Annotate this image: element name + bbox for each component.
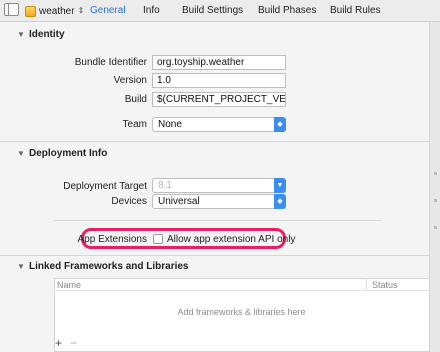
bundle-identifier-field[interactable]: org.toyship.weather [152,55,286,70]
tab-info[interactable]: Info [143,5,160,16]
chevron-updown-icon: ◆ [274,194,286,209]
sidebar-toggle-icon[interactable] [4,3,19,16]
scroll-strip[interactable] [429,22,440,352]
team-popup[interactable]: None ◆ [152,117,286,132]
tab-build-rules[interactable]: Build Rules [330,5,381,16]
section-title: Linked Frameworks and Libraries [29,261,189,272]
section-title: Deployment Info [29,148,108,159]
column-divider [366,278,367,290]
allow-api-checkbox[interactable] [153,234,163,244]
allow-api-label[interactable]: Allow app extension API only [167,234,295,245]
identity-section-header[interactable]: ▼ Identity [0,27,429,45]
target-selector[interactable]: weather ⇕ [25,4,84,18]
deployment-target-value: 8.1 [158,180,172,191]
section-title: Identity [29,29,65,40]
table-placeholder: Add frameworks & libraries here [177,307,306,317]
column-header-status[interactable]: Status [372,280,398,290]
editor-tab-bar: weather ⇕ General Info Build Settings Bu… [0,0,440,22]
inner-divider [54,220,382,221]
updown-chevron-icon: ⇕ [77,6,85,15]
deployment-target-combo[interactable]: 8.1 ▼ [152,178,286,193]
build-field[interactable]: $(CURRENT_PROJECT_VERSION) [152,92,286,107]
chevron-down-icon: ▼ [274,178,286,193]
team-value: None [158,119,182,130]
team-label: Team [122,119,147,130]
linked-frameworks-section-header[interactable]: ▼ Linked Frameworks and Libraries [0,259,429,277]
remove-button[interactable]: − [70,336,77,350]
disclosure-triangle-icon[interactable]: ▼ [17,30,25,39]
tab-general[interactable]: General [90,5,126,16]
section-divider [0,141,429,142]
deployment-section-header[interactable]: ▼ Deployment Info [0,146,429,164]
deployment-target-label: Deployment Target [63,181,147,192]
strip-mark [434,226,437,229]
section-divider [0,255,429,256]
bundle-identifier-label: Bundle Identifier [74,57,147,68]
tab-build-phases[interactable]: Build Phases [258,5,316,16]
strip-mark [434,172,437,175]
app-icon [25,5,36,17]
table-header-rule [54,290,429,291]
build-label: Build [124,94,147,105]
devices-value: Universal [158,196,200,207]
chevron-updown-icon: ◆ [274,117,286,132]
target-name: weather [39,5,75,17]
version-label: Version [113,75,147,86]
devices-popup[interactable]: Universal ◆ [152,194,286,209]
add-remove-controls: + − [55,336,77,350]
devices-label: Devices [111,196,147,207]
strip-mark [434,199,437,202]
add-button[interactable]: + [55,336,62,350]
version-field[interactable]: 1.0 [152,73,286,88]
tab-build-settings[interactable]: Build Settings [182,5,243,16]
disclosure-triangle-icon[interactable]: ▼ [17,262,25,271]
disclosure-triangle-icon[interactable]: ▼ [17,149,25,158]
app-extensions-label: App Extensions [77,234,148,245]
column-header-name[interactable]: Name [57,280,81,290]
